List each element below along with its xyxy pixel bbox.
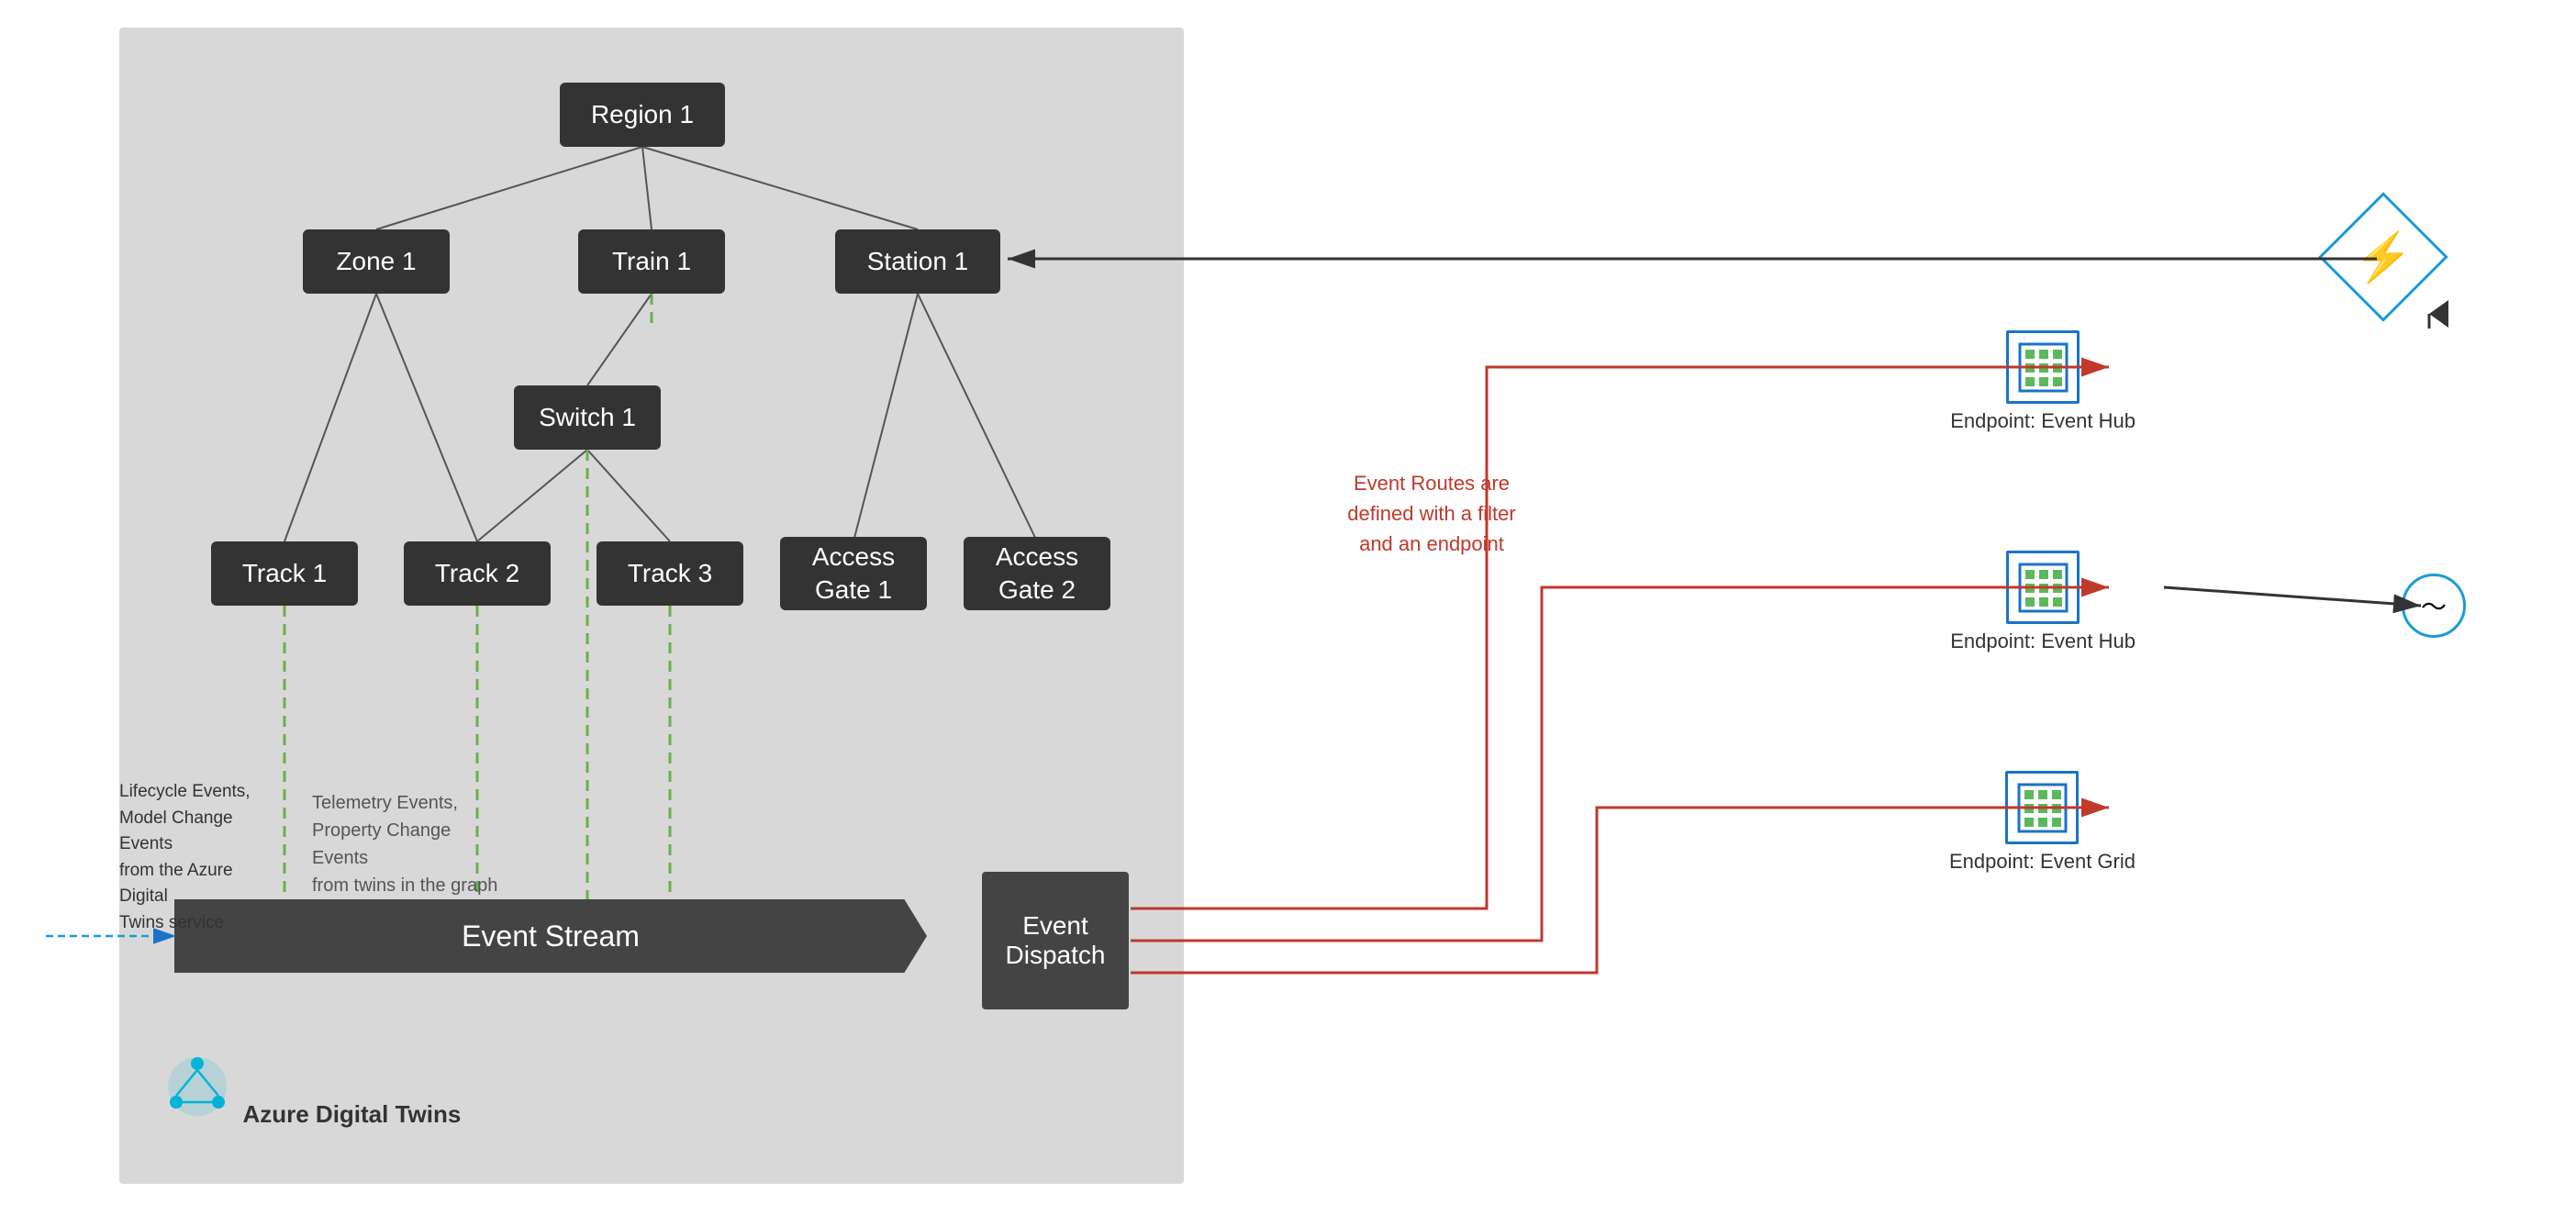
lifecycle-text: Lifecycle Events,Model Change Eventsfrom…	[119, 779, 266, 936]
endpoint-hub1-icon	[2006, 330, 2080, 404]
event-routes-text: Event Routes aredefined with a filterand…	[1331, 468, 1533, 559]
track2-node: Track 2	[404, 541, 551, 606]
endpoint-hub2-icon	[2006, 551, 2080, 624]
zone1-node: Zone 1	[303, 229, 450, 294]
region1-node: Region 1	[560, 83, 725, 147]
accessgate2-node: AccessGate 2	[964, 537, 1110, 610]
adt-label: Azure Digital Twins	[242, 1100, 461, 1129]
switch1-node: Switch 1	[514, 385, 661, 450]
servicebus-icon: 〜	[2402, 574, 2466, 638]
endpoint-grid-icon	[2005, 771, 2079, 844]
diagram-container: Region 1 Zone 1 Train 1 Station 1 Switch…	[119, 28, 1184, 1184]
endpoint-hub1: Endpoint: Event Hub	[1950, 330, 2136, 433]
event-stream-bar: Event Stream	[174, 899, 927, 973]
track3-node: Track 3	[597, 541, 743, 606]
endpoint-hub1-label: Endpoint: Event Hub	[1950, 409, 2136, 433]
accessgate1-node: AccessGate 1	[780, 537, 927, 610]
event-dispatch-box: EventDispatch	[982, 872, 1129, 1009]
track1-node: Track 1	[211, 541, 358, 606]
event-grid-diamond: ⚡	[2337, 211, 2429, 303]
station1-node: Station 1	[835, 229, 1000, 294]
endpoint-grid-label: Endpoint: Event Grid	[1949, 850, 2136, 874]
adt-icon	[165, 1054, 229, 1119]
adt-area: Azure Digital Twins	[165, 1054, 461, 1129]
endpoint-grid: Endpoint: Event Grid	[1949, 771, 2136, 874]
telemetry-text: Telemetry Events,Property Change Eventsf…	[312, 789, 505, 899]
endpoint-hub2-label: Endpoint: Event Hub	[1950, 630, 2136, 653]
train1-node: Train 1	[578, 229, 725, 294]
endpoint-hub2: Endpoint: Event Hub	[1950, 551, 2136, 653]
